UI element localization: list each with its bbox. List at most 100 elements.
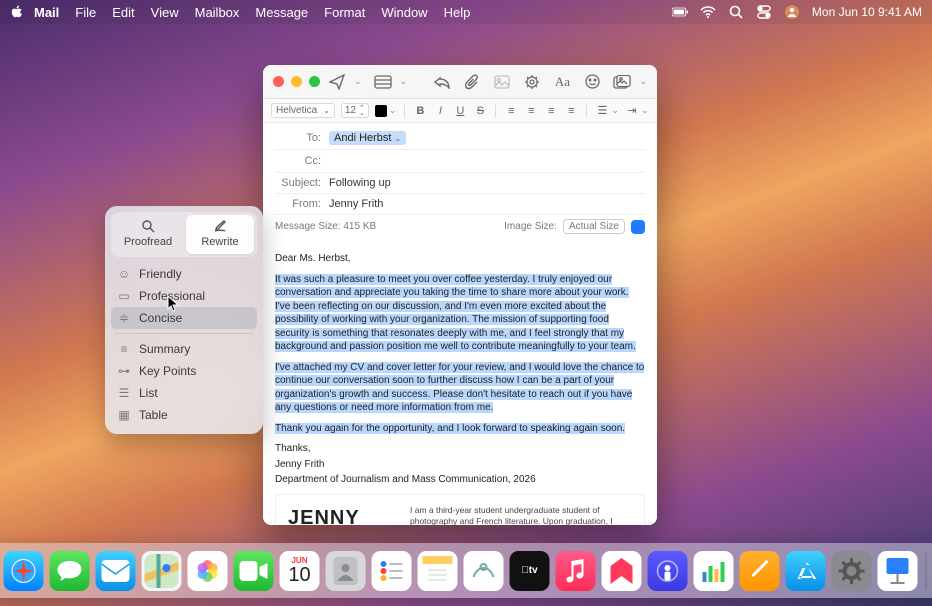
user-icon[interactable] bbox=[784, 4, 800, 20]
transform-table[interactable]: ▦Table bbox=[111, 404, 257, 426]
control-center-icon[interactable] bbox=[756, 4, 772, 20]
rewrite-friendly[interactable]: ☺Friendly bbox=[111, 263, 257, 285]
cc-field[interactable] bbox=[329, 154, 645, 168]
body-p3: Thank you again for the opportunity, and… bbox=[275, 423, 625, 434]
zoom-button[interactable] bbox=[309, 76, 320, 87]
dock-podcasts[interactable] bbox=[648, 551, 688, 591]
dock-photos[interactable] bbox=[188, 551, 228, 591]
msg-size-value: 415 KB bbox=[343, 221, 376, 232]
body-signoff: Thanks, bbox=[275, 442, 645, 456]
dock-mail[interactable] bbox=[96, 551, 136, 591]
header-menu-caret[interactable]: ⌄ bbox=[400, 76, 408, 87]
align-justify-button[interactable]: ≡ bbox=[564, 105, 578, 117]
list-button[interactable]: ☰ bbox=[595, 104, 609, 117]
indent-caret[interactable]: ⌄ bbox=[641, 105, 649, 116]
dock-calendar[interactable]: JUN10 bbox=[280, 551, 320, 591]
image-size-stepper[interactable] bbox=[631, 220, 645, 234]
align-center-button[interactable]: ≡ bbox=[524, 105, 538, 117]
dock-music[interactable] bbox=[556, 551, 596, 591]
dock-facetime[interactable] bbox=[234, 551, 274, 591]
menu-edit[interactable]: Edit bbox=[112, 5, 134, 20]
body-sig-dept: Department of Journalism and Mass Commun… bbox=[275, 473, 645, 487]
list-caret[interactable]: ⌄ bbox=[611, 105, 619, 116]
dock-pages[interactable] bbox=[740, 551, 780, 591]
bullet-list-icon: ☰ bbox=[117, 386, 131, 400]
transform-list[interactable]: ☰List bbox=[111, 382, 257, 404]
align-left-button[interactable]: ≡ bbox=[504, 105, 518, 117]
color-caret[interactable]: ⌄ bbox=[389, 105, 397, 116]
traffic-lights bbox=[273, 76, 320, 87]
cc-label: Cc: bbox=[275, 155, 321, 167]
magnify-icon bbox=[141, 219, 155, 233]
photo-icon[interactable] bbox=[493, 73, 511, 91]
dock-news[interactable] bbox=[602, 551, 642, 591]
menu-view[interactable]: View bbox=[151, 5, 179, 20]
dock-appstore[interactable] bbox=[786, 551, 826, 591]
key-icon: ⊶ bbox=[117, 364, 131, 378]
popover-tabs: Proofread Rewrite bbox=[111, 212, 257, 257]
attach-icon[interactable] bbox=[463, 73, 481, 91]
rewrite-professional[interactable]: ▭Professional bbox=[111, 285, 257, 307]
wifi-icon[interactable] bbox=[700, 4, 716, 20]
text-color-swatch[interactable] bbox=[375, 105, 387, 117]
menu-format[interactable]: Format bbox=[324, 5, 365, 20]
subject-label: Subject: bbox=[275, 177, 321, 189]
menu-app[interactable]: Mail bbox=[34, 5, 59, 20]
tab-rewrite[interactable]: Rewrite bbox=[186, 215, 254, 254]
tab-proofread[interactable]: Proofread bbox=[114, 215, 182, 254]
battery-icon[interactable] bbox=[672, 4, 688, 20]
minimize-button[interactable] bbox=[291, 76, 302, 87]
photo-browser-caret[interactable]: ⌄ bbox=[639, 76, 647, 87]
dock-reminders[interactable] bbox=[372, 551, 412, 591]
search-icon[interactable] bbox=[728, 4, 744, 20]
image-size-select[interactable]: Actual Size bbox=[563, 219, 625, 234]
attachment-preview[interactable]: JENNY FRITH I am a third-year student un… bbox=[275, 494, 645, 526]
dock-freeform[interactable] bbox=[464, 551, 504, 591]
indent-button[interactable]: ⇥ bbox=[625, 104, 639, 117]
message-body[interactable]: Dear Ms. Herbst, It was such a pleasure … bbox=[263, 246, 657, 525]
menu-message[interactable]: Message bbox=[255, 5, 308, 20]
font-select[interactable]: Helvetica⌄ bbox=[271, 103, 335, 118]
dock-tv[interactable]: tv bbox=[510, 551, 550, 591]
transform-keypoints[interactable]: ⊶Key Points bbox=[111, 360, 257, 382]
send-menu-caret[interactable]: ⌄ bbox=[354, 76, 362, 87]
italic-button[interactable]: I bbox=[433, 105, 447, 117]
transform-summary[interactable]: ≡Summary bbox=[111, 338, 257, 360]
format-icon[interactable]: Aa bbox=[553, 73, 571, 91]
dock-maps[interactable] bbox=[142, 551, 182, 591]
dock-messages[interactable] bbox=[50, 551, 90, 591]
compose-headers: To: Andi Herbst⌄ Cc: Subject: Following … bbox=[263, 123, 657, 246]
format-bar: Helvetica⌄ 12⌃⌄ ⌄ B I U S ≡ ≡ ≡ ≡ ☰⌄ ⇥⌄ bbox=[263, 99, 657, 123]
menu-file[interactable]: File bbox=[75, 5, 96, 20]
strike-button[interactable]: S bbox=[473, 105, 487, 117]
emoji-icon[interactable] bbox=[583, 73, 601, 91]
menu-window[interactable]: Window bbox=[381, 5, 427, 20]
dock-safari[interactable] bbox=[4, 551, 44, 591]
cursor-icon bbox=[167, 296, 181, 314]
writing-tools-popover: Proofread Rewrite ☺Friendly ▭Professiona… bbox=[105, 206, 263, 434]
menu-help[interactable]: Help bbox=[444, 5, 471, 20]
dock-keynote[interactable] bbox=[878, 551, 918, 591]
align-right-button[interactable]: ≡ bbox=[544, 105, 558, 117]
dock: JUN10 tv bbox=[0, 543, 932, 598]
dock-settings[interactable] bbox=[832, 551, 872, 591]
dock-notes[interactable] bbox=[418, 551, 458, 591]
menu-mailbox[interactable]: Mailbox bbox=[195, 5, 240, 20]
rewrite-concise[interactable]: ≑Concise bbox=[111, 307, 257, 329]
from-field[interactable]: Jenny Frith bbox=[329, 198, 383, 210]
bold-button[interactable]: B bbox=[413, 105, 427, 117]
subject-field[interactable]: Following up bbox=[329, 177, 391, 189]
writing-tools-icon[interactable] bbox=[523, 73, 541, 91]
apple-logo-icon[interactable] bbox=[10, 5, 24, 19]
photo-browser-icon[interactable] bbox=[613, 73, 631, 91]
dock-stocks[interactable] bbox=[694, 551, 734, 591]
font-size-select[interactable]: 12⌃⌄ bbox=[341, 103, 369, 118]
close-button[interactable] bbox=[273, 76, 284, 87]
header-fields-icon[interactable] bbox=[374, 73, 392, 91]
to-recipient-token[interactable]: Andi Herbst⌄ bbox=[329, 131, 406, 145]
reply-icon[interactable] bbox=[433, 73, 451, 91]
dock-contacts[interactable] bbox=[326, 551, 366, 591]
underline-button[interactable]: U bbox=[453, 105, 467, 117]
send-icon[interactable] bbox=[328, 73, 346, 91]
menubar-clock[interactable]: Mon Jun 10 9:41 AM bbox=[812, 5, 922, 19]
